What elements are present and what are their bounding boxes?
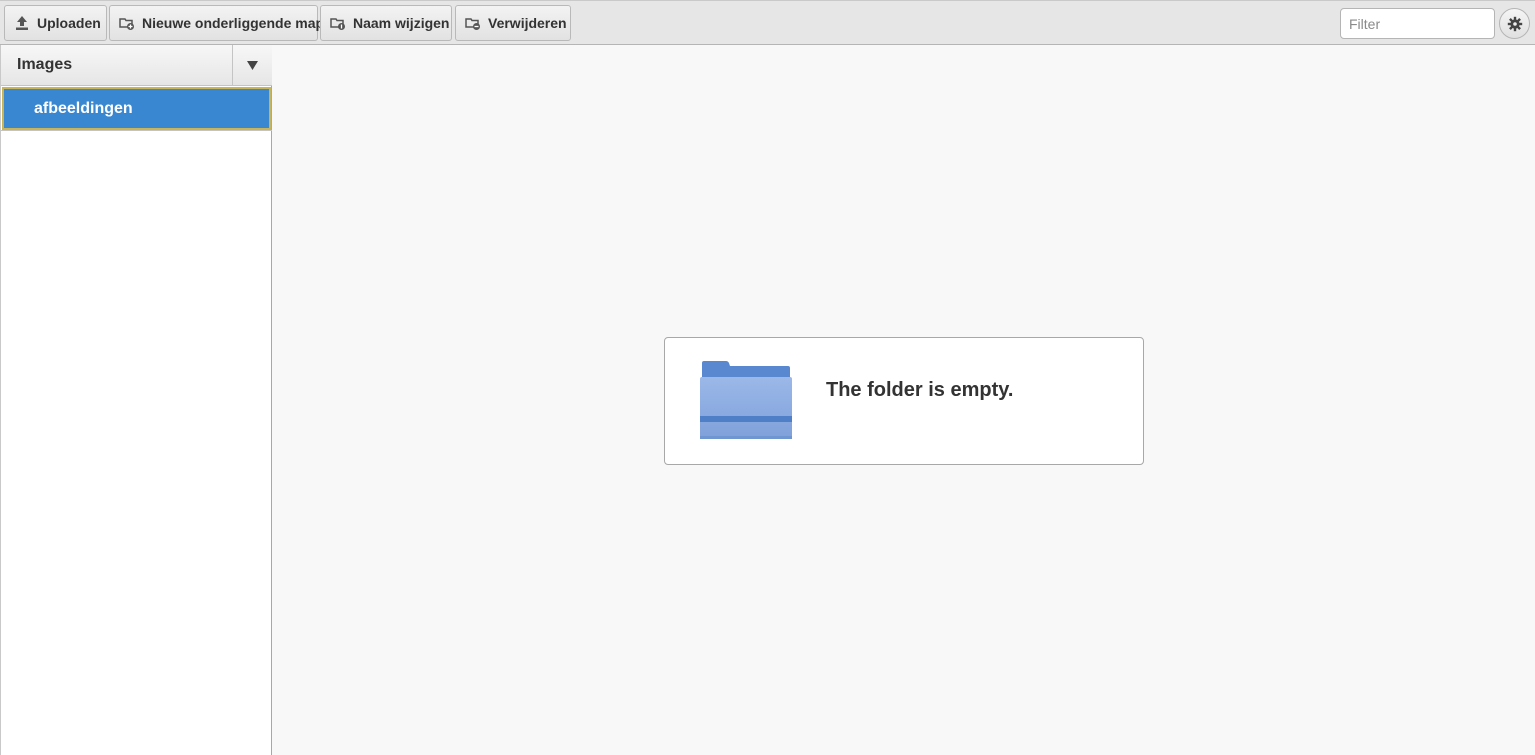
folder-rename-icon xyxy=(330,15,346,31)
filter-input[interactable] xyxy=(1340,8,1495,39)
caret-down-icon xyxy=(247,60,258,70)
sidebar-header: Images xyxy=(1,45,272,86)
new-subfolder-button-label: Nieuwe onderliggende map xyxy=(142,15,325,31)
folder-sidebar: Images afbeeldingen xyxy=(0,45,272,755)
new-subfolder-button[interactable]: Nieuwe onderliggende map xyxy=(109,5,324,41)
folder-tree-item-label: afbeeldingen xyxy=(34,100,133,117)
upload-button[interactable]: Uploaden xyxy=(4,5,107,41)
settings-button[interactable] xyxy=(1499,8,1530,39)
empty-folder-message: The folder is empty. xyxy=(826,379,1014,401)
upload-icon xyxy=(14,15,30,31)
divider xyxy=(1,130,272,131)
resource-type-dropdown-button[interactable] xyxy=(232,45,272,85)
resource-type-title: Images xyxy=(17,56,73,73)
empty-folder-notice: The folder is empty. xyxy=(664,337,1144,465)
folder-add-icon xyxy=(119,15,135,31)
delete-button-label: Verwijderen xyxy=(488,15,567,31)
upload-button-label: Uploaden xyxy=(37,15,101,31)
folder-tree-item-afbeeldingen[interactable]: afbeeldingen xyxy=(2,87,271,130)
toolbar: Uploaden Nieuwe onderliggende map Naam w… xyxy=(0,0,1535,45)
folder-icon xyxy=(699,360,793,440)
gear-icon xyxy=(1507,16,1523,32)
delete-button[interactable]: Verwijderen xyxy=(455,5,571,41)
folder-delete-icon xyxy=(465,15,481,31)
rename-button-label: Naam wijzigen xyxy=(353,15,450,31)
rename-button[interactable]: Naam wijzigen xyxy=(320,5,452,41)
